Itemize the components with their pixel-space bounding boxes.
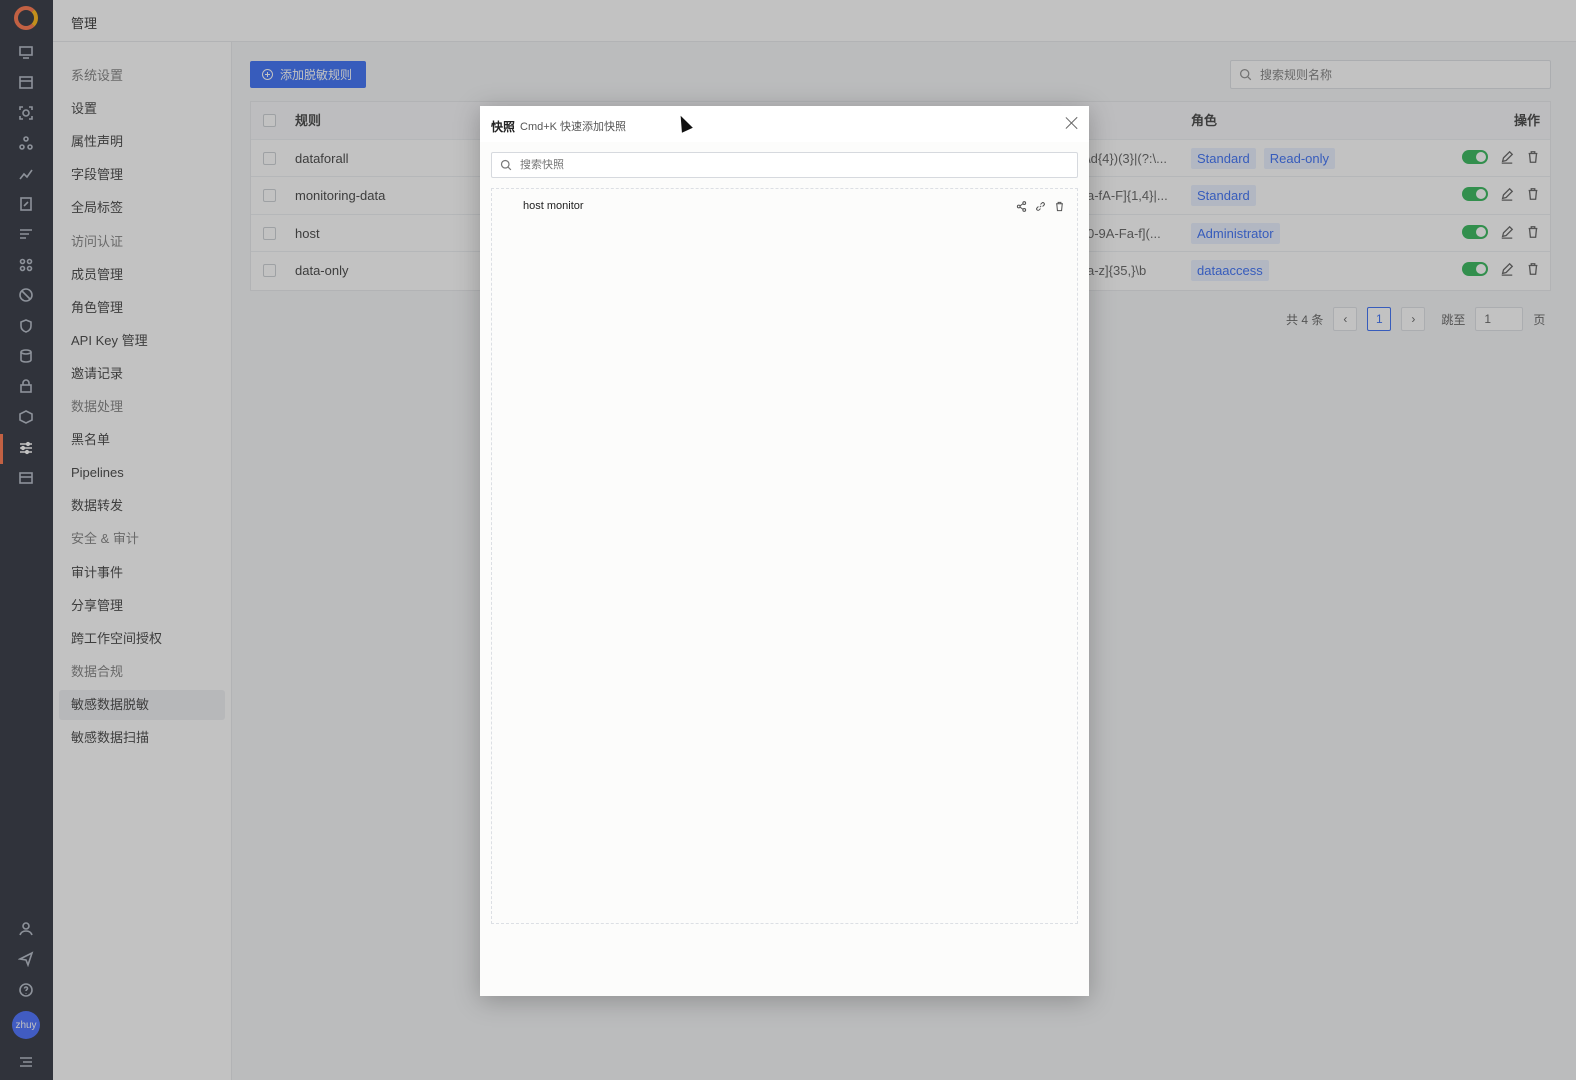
- modal-hint: Cmd+K 快速添加快照: [520, 121, 627, 133]
- snapshot-modal: 快照 Cmd+K 快速添加快照 host monitor: [480, 106, 1089, 996]
- snapshot-search[interactable]: [491, 152, 1078, 178]
- search-icon: [500, 159, 512, 171]
- modal-header: 快照 Cmd+K 快速添加快照: [480, 106, 1089, 142]
- delete-icon[interactable]: [1054, 201, 1065, 212]
- snapshot-list: host monitor: [491, 188, 1078, 924]
- close-icon[interactable]: [1065, 116, 1079, 130]
- link-icon[interactable]: [1035, 201, 1046, 212]
- snapshot-search-input[interactable]: [520, 159, 1077, 171]
- share-icon[interactable]: [1016, 201, 1027, 212]
- snapshot-label: host monitor: [523, 200, 584, 212]
- list-item[interactable]: host monitor: [492, 197, 1077, 217]
- modal-title: 快照: [491, 120, 516, 134]
